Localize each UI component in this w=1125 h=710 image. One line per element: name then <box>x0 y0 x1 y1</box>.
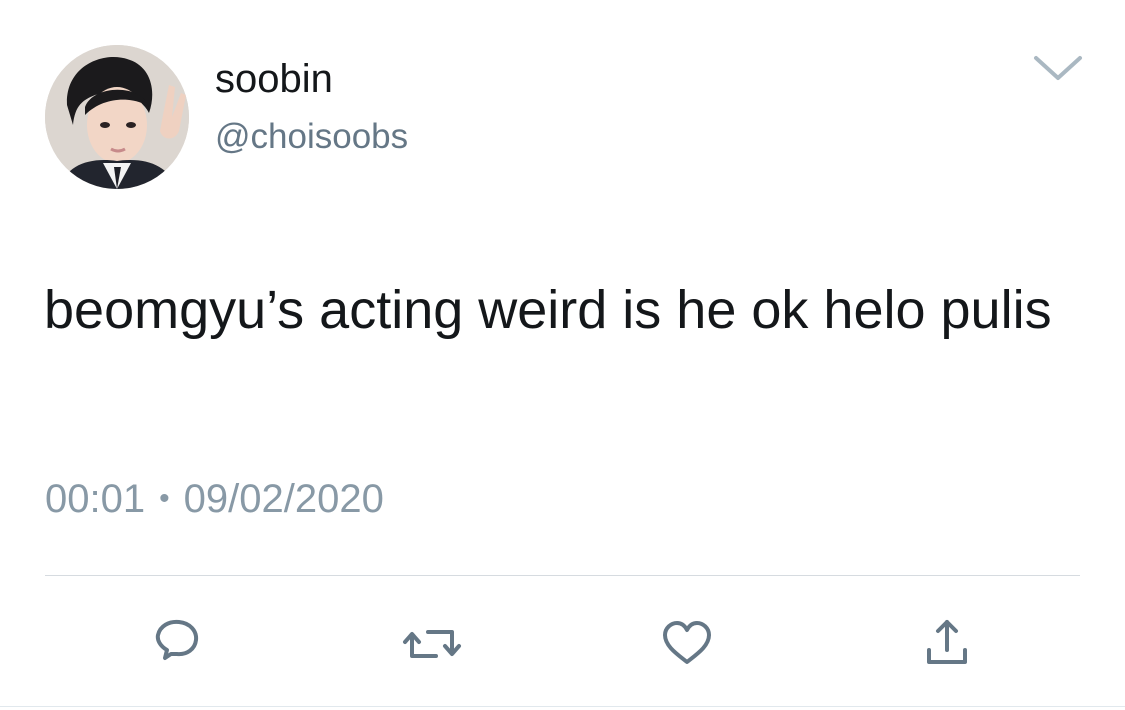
tweet-timestamp[interactable]: 00:01 • 09/02/2020 <box>45 474 384 528</box>
bottom-divider <box>0 706 1125 707</box>
avatar[interactable] <box>45 45 189 189</box>
like-button[interactable] <box>655 612 719 676</box>
retweet-button[interactable] <box>400 612 464 676</box>
share-icon <box>927 620 967 664</box>
user-handle[interactable]: @choisoobs <box>215 115 408 159</box>
reply-icon <box>155 619 199 660</box>
tweet-date: 09/02/2020 <box>183 477 384 521</box>
reply-button[interactable] <box>145 612 209 676</box>
heart-icon <box>663 621 711 664</box>
share-button[interactable] <box>915 612 979 676</box>
avatar-photo <box>45 45 189 189</box>
display-name[interactable]: soobin <box>215 55 333 103</box>
retweet-icon <box>403 630 461 658</box>
chevron-down-icon[interactable] <box>1030 52 1086 86</box>
tweet-time: 00:01 <box>45 477 146 521</box>
tweet-text: beomgyu’s acting weird is he ok helo pul… <box>44 280 1052 340</box>
divider <box>45 575 1080 576</box>
meta-separator: • <box>159 482 170 515</box>
